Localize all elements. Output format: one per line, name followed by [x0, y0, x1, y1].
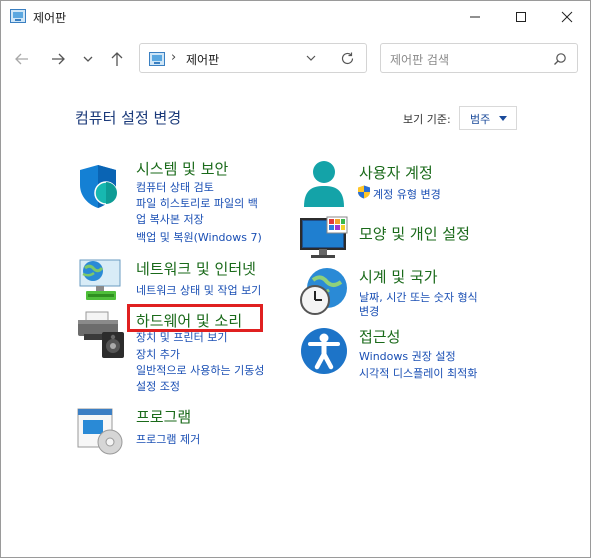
breadcrumb[interactable]: 제어판	[186, 51, 219, 68]
page-title: 컴퓨터 설정 변경	[75, 109, 182, 127]
chevron-down-icon	[83, 56, 93, 62]
category-network-internet[interactable]: 네트워크 및 인터넷	[136, 258, 256, 279]
maximize-icon	[516, 11, 526, 22]
link-add-device[interactable]: 장치 추가	[136, 346, 180, 362]
up-arrow-icon	[111, 52, 123, 66]
view-by-value: 범주	[470, 113, 491, 126]
search-placeholder: 제어판 검색	[390, 53, 450, 67]
view-by-dropdown[interactable]: 범주	[459, 106, 517, 130]
category-system-security[interactable]: 시스템 및 보안	[136, 158, 228, 179]
programs-icon[interactable]	[76, 406, 126, 456]
link-mobility-settings[interactable]: 일반적으로 사용하는 기동성	[136, 362, 264, 378]
category-programs[interactable]: 프로그램	[136, 406, 191, 427]
clock-globe-icon[interactable]	[299, 266, 349, 316]
close-button[interactable]	[544, 1, 590, 32]
close-icon	[561, 11, 573, 22]
control-panel-icon	[10, 9, 26, 23]
monitor-icon[interactable]	[299, 213, 349, 263]
control-panel-window: 제어판 › 제어판 제어판 검색 컴퓨터 설정 변경 보기 기준: 범주 시스템…	[0, 0, 591, 558]
refresh-icon[interactable]	[340, 51, 355, 66]
link-backup-restore[interactable]: 백업 및 복원(Windows 7)	[136, 229, 262, 245]
link-windows-recommended[interactable]: Windows 권장 설정	[359, 348, 456, 364]
highlight-box	[127, 304, 263, 332]
recent-locations-button[interactable]	[75, 45, 101, 73]
maximize-button[interactable]	[498, 1, 544, 32]
user-icon[interactable]	[299, 159, 349, 209]
search-input[interactable]: 제어판 검색	[380, 43, 578, 73]
network-icon[interactable]	[76, 256, 126, 306]
breadcrumb-separator: ›	[171, 50, 177, 65]
link-change-account-type[interactable]: 계정 유형 변경	[373, 186, 441, 202]
minimize-icon	[470, 16, 480, 17]
link-uninstall-program[interactable]: 프로그램 제거	[136, 431, 200, 447]
link-file-history[interactable]: 파일 히스토리로 파일의 백	[136, 195, 258, 211]
forward-button[interactable]	[45, 45, 71, 73]
view-by-label: 보기 기준:	[403, 113, 451, 126]
category-ease-of-access[interactable]: 접근성	[359, 326, 400, 347]
link-date-time-format-cont[interactable]: 변경	[359, 303, 379, 319]
chevron-down-icon[interactable]	[304, 51, 318, 65]
dropdown-caret-icon	[499, 116, 507, 121]
window-title: 제어판	[33, 11, 67, 25]
link-file-history-cont[interactable]: 업 복사본 저장	[136, 211, 204, 227]
control-panel-icon	[149, 52, 165, 66]
link-mobility-settings-cont[interactable]: 설정 조정	[136, 378, 180, 394]
link-review-status[interactable]: 컴퓨터 상태 검토	[136, 179, 214, 195]
search-icon[interactable]	[553, 52, 567, 66]
category-clock-region[interactable]: 시계 및 국가	[359, 266, 438, 287]
link-network-status[interactable]: 네트워크 상태 및 작업 보기	[136, 282, 261, 298]
category-appearance[interactable]: 모양 및 개인 설정	[359, 223, 470, 244]
back-button[interactable]	[9, 45, 35, 73]
link-optimize-display[interactable]: 시각적 디스플레이 최적화	[359, 365, 477, 381]
title-bar: 제어판	[1, 1, 590, 32]
up-button[interactable]	[104, 45, 130, 73]
uac-shield-icon	[358, 185, 370, 199]
category-user-accounts[interactable]: 사용자 계정	[359, 162, 433, 183]
forward-arrow-icon	[52, 53, 65, 65]
address-bar[interactable]: › 제어판	[139, 43, 367, 73]
minimize-button[interactable]	[452, 1, 498, 32]
shield-icon[interactable]	[76, 161, 126, 211]
back-arrow-icon	[15, 53, 28, 65]
printer-icon[interactable]	[76, 310, 126, 360]
accessibility-icon[interactable]	[299, 326, 349, 376]
